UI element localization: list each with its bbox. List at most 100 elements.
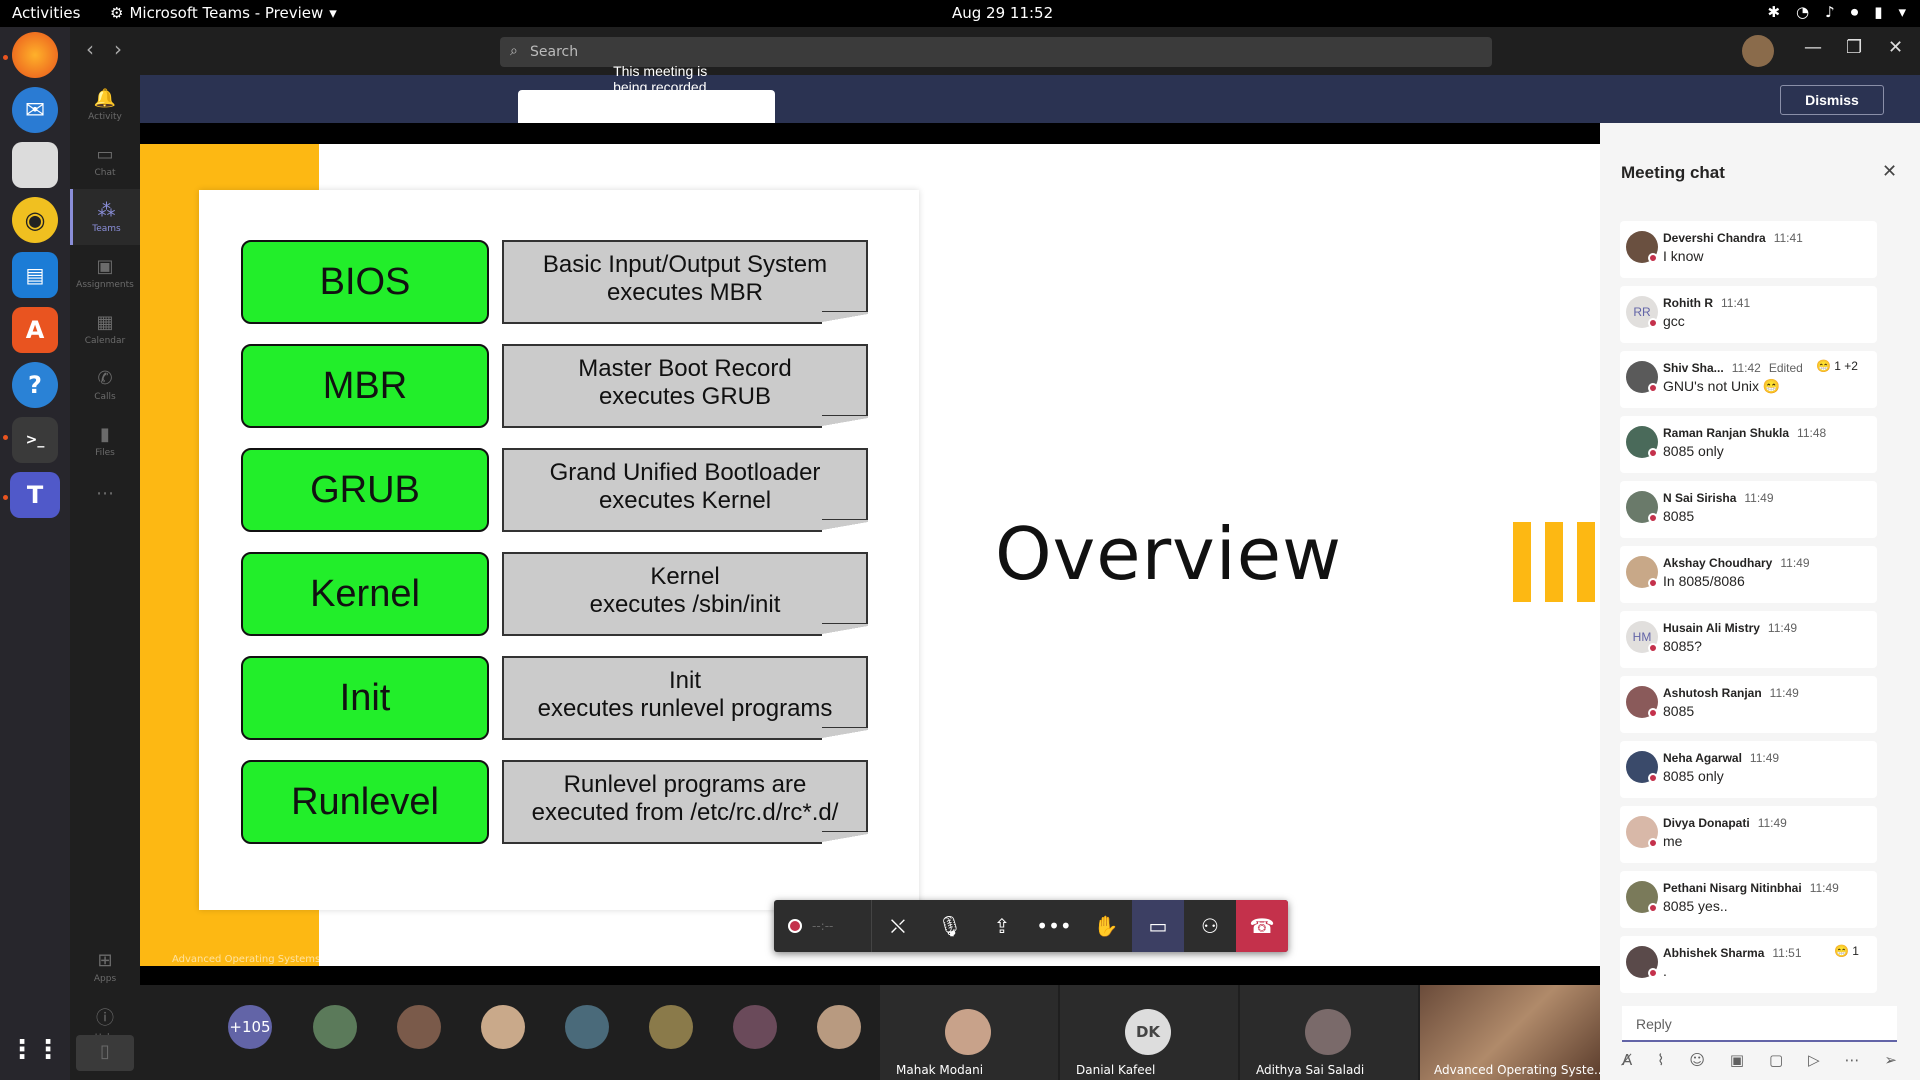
teams-dock-icon[interactable]: T xyxy=(10,472,60,518)
chat-message[interactable]: Devershi Chandra 11:41 I know xyxy=(1620,221,1877,278)
rail-teams[interactable]: ⁂ Teams xyxy=(70,189,140,245)
battery-icon: ▮ xyxy=(1874,3,1883,21)
hang-up-button[interactable]: ☎ xyxy=(1236,900,1288,952)
participant-avatar[interactable] xyxy=(649,1005,693,1049)
participant-name: Mahak Modani xyxy=(896,1063,984,1077)
mute-button[interactable]: 🎙 xyxy=(924,900,976,952)
presence-badge xyxy=(1648,448,1658,458)
reaction-badge[interactable]: 😁 1 +2 xyxy=(1816,359,1858,373)
firefox-icon[interactable] xyxy=(12,32,58,78)
message-author: Husain Ali Mistry xyxy=(1663,621,1760,635)
send-icon[interactable]: ➢ xyxy=(1884,1051,1897,1075)
participant-tile[interactable]: Mahak Modani xyxy=(880,985,1058,1080)
boot-desc-line2: executed from /etc/rc.d/rc*.d/ xyxy=(531,799,839,826)
help-icon[interactable]: ? xyxy=(12,362,58,408)
more-actions-button[interactable]: ••• xyxy=(1028,900,1080,952)
boot-stage-box: BIOS xyxy=(241,240,489,324)
chat-message[interactable]: RR Rohith R 11:41 gcc xyxy=(1620,286,1877,343)
chat-message[interactable]: Ashutosh Ranjan 11:49 8085 xyxy=(1620,676,1877,733)
rail-more[interactable]: ⋯ xyxy=(70,467,140,523)
chat-message[interactable]: Divya Donapati 11:49 me xyxy=(1620,806,1877,863)
boot-desc-box: Runlevel programs are executed from /etc/… xyxy=(502,760,868,844)
close-window-icon[interactable]: ✕ xyxy=(1888,37,1903,58)
back-arrow-icon[interactable]: ‹ xyxy=(86,37,94,61)
files-icon[interactable] xyxy=(12,142,58,188)
share-button[interactable]: ⇪ xyxy=(976,900,1028,952)
gif-icon[interactable]: ▣ xyxy=(1730,1051,1744,1075)
thunderbird-icon[interactable]: ✉ xyxy=(12,87,58,133)
message-time: 11:49 xyxy=(1780,556,1810,570)
device-button[interactable]: ▯ xyxy=(76,1035,134,1071)
rail-calendar[interactable]: ▦ Calendar xyxy=(70,301,140,357)
rail-calls[interactable]: ✆ Calls xyxy=(70,357,140,413)
camera-off-button[interactable]: ⛌ xyxy=(872,900,924,952)
chat-message[interactable]: Shiv Sha... 11:42 Edited 😁 1 +2 GNU's not … xyxy=(1620,351,1877,408)
sticker-icon[interactable]: ▢ xyxy=(1769,1051,1783,1075)
meet-now-icon[interactable]: ▷ xyxy=(1808,1051,1820,1075)
app-menu[interactable]: ⚙ Microsoft Teams - Preview ▾ xyxy=(110,4,337,22)
participant-tile[interactable]: DK Danial Kafeel xyxy=(1060,985,1238,1080)
power-menu-icon: ▾ xyxy=(1898,3,1906,21)
minimize-icon[interactable]: — xyxy=(1804,37,1822,58)
chat-message[interactable]: Neha Agarwal 11:49 8085 only xyxy=(1620,741,1877,798)
terminal-icon[interactable]: >_ xyxy=(12,417,58,463)
rail-apps[interactable]: ⊞ Apps xyxy=(70,939,140,995)
system-tray[interactable]: ✱ ◔ ♪ ⏺ ▮ ▾ xyxy=(1767,3,1906,21)
show-conversation-button[interactable]: ▭ xyxy=(1132,900,1184,952)
show-apps-icon[interactable]: ⋮⋮ xyxy=(9,1027,61,1073)
message-time: 11:48 xyxy=(1797,426,1827,440)
chat-message[interactable]: N Sai Sirisha 11:49 8085 xyxy=(1620,481,1877,538)
avatar xyxy=(1626,426,1658,458)
reaction-badge[interactable]: 😁 1 xyxy=(1834,944,1859,958)
presence-badge xyxy=(1648,253,1658,263)
activities-button[interactable]: Activities xyxy=(12,4,80,22)
show-participants-button[interactable]: ⚇ xyxy=(1184,900,1236,952)
libreoffice-writer-icon[interactable]: ▤ xyxy=(12,252,58,298)
avatar xyxy=(1626,816,1658,848)
rail-chat[interactable]: ▭ Chat xyxy=(70,133,140,189)
hand-icon: ✋ xyxy=(1093,914,1119,938)
call-controls-bar: --:-- ⛌ 🎙 ⇪ ••• ✋ ▭ ⚇ ☎ xyxy=(774,900,1288,952)
overflow-participants-badge[interactable]: +105 xyxy=(228,1005,272,1049)
clock[interactable]: Aug 29 11:52 xyxy=(952,4,1053,22)
participant-tile[interactable]: Adithya Sai Saladi xyxy=(1240,985,1418,1080)
rail-label: Activity xyxy=(88,112,122,122)
boot-desc-line1: Init xyxy=(668,667,701,694)
chat-message[interactable]: Pethani Nisarg Nitinbhai 11:49 8085 yes.. xyxy=(1620,871,1877,928)
rhythmbox-icon[interactable]: ◉ xyxy=(12,197,58,243)
chat-message[interactable]: Akshay Choudhary 11:49 In 8085/8086 xyxy=(1620,546,1877,603)
chat-message[interactable]: Raman Ranjan Shukla 11:48 8085 only xyxy=(1620,416,1877,473)
raise-hand-button[interactable]: ✋ xyxy=(1080,900,1132,952)
chat-message[interactable]: HM Husain Ali Mistry 11:49 8085? xyxy=(1620,611,1877,668)
reply-input[interactable]: Reply xyxy=(1622,1006,1897,1042)
forward-arrow-icon[interactable]: › xyxy=(114,37,122,61)
chat-message[interactable]: Abhishek Sharma 11:51 😁 1 . xyxy=(1620,936,1877,993)
participant-avatar[interactable] xyxy=(313,1005,357,1049)
boot-desc-line1: Grand Unified Bootloader xyxy=(549,459,821,486)
rail-files[interactable]: ▮ Files xyxy=(70,413,140,469)
presenter-video-tile[interactable]: Advanced Operating Syste... xyxy=(1420,985,1605,1080)
format-icon[interactable]: A̸ xyxy=(1622,1051,1632,1075)
rail-assignments[interactable]: ▣ Assignments xyxy=(70,245,140,301)
teams-tray-icon[interactable]: ✱ xyxy=(1767,3,1780,21)
participant-avatar[interactable] xyxy=(817,1005,861,1049)
participant-avatar[interactable] xyxy=(481,1005,525,1049)
attach-icon[interactable]: ⌇ xyxy=(1657,1051,1664,1075)
participant-avatar[interactable] xyxy=(565,1005,609,1049)
emoji-icon[interactable]: ☺ xyxy=(1689,1051,1705,1075)
app-store-icon[interactable]: A xyxy=(12,307,58,353)
rail-activity[interactable]: 🔔 Activity xyxy=(70,77,140,133)
chat-icon: ▭ xyxy=(1148,914,1168,938)
avatar xyxy=(1626,361,1658,393)
recording-indicator[interactable]: --:-- xyxy=(774,900,872,952)
profile-avatar[interactable] xyxy=(1742,35,1774,67)
more-options-icon[interactable]: ⋯ xyxy=(1845,1051,1860,1075)
maximize-icon[interactable]: ❐ xyxy=(1846,37,1862,58)
avatar xyxy=(1626,491,1658,523)
participant-avatar[interactable] xyxy=(397,1005,441,1049)
message-header: Raman Ranjan Shukla 11:48 xyxy=(1663,426,1826,440)
participant-avatar[interactable] xyxy=(733,1005,777,1049)
close-icon[interactable]: ✕ xyxy=(1882,161,1897,182)
compose-toolbar: A̸ ⌇ ☺ ▣ ▢ ▷ ⋯ ➢ xyxy=(1622,1051,1897,1075)
dismiss-button[interactable]: Dismiss xyxy=(1780,85,1884,115)
